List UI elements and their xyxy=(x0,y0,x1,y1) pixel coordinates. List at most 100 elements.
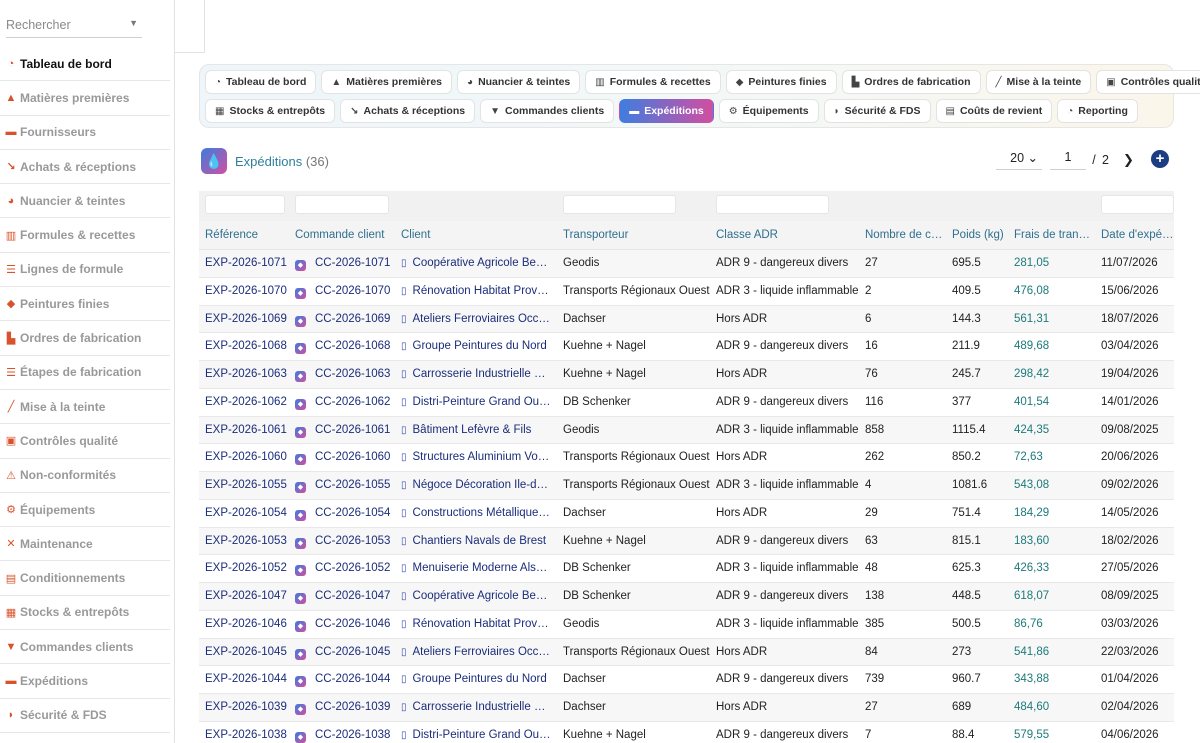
reference-cell[interactable]: EXP-2026-1045 xyxy=(205,646,291,658)
nav-tab[interactable]: ▬ Expéditions xyxy=(619,99,714,123)
reference-cell[interactable]: EXP-2026-1071 xyxy=(205,257,291,269)
column-filter-input[interactable] xyxy=(295,195,389,214)
client-link-cell[interactable]: ▯ Menuiserie Moderne Als… xyxy=(401,562,556,574)
sidebar-item[interactable]: ▲ Matières premières xyxy=(0,81,170,116)
table-row[interactable]: EXP-2026-1069 ◆ CC-2026-1069 ▯ Ateliers Ferr… xyxy=(199,305,1174,334)
client-link-cell[interactable]: ▯ Rénovation Habitat Prov… xyxy=(401,618,556,630)
reference-cell[interactable]: EXP-2026-1069 xyxy=(205,313,291,325)
column-header[interactable]: Référence xyxy=(205,229,291,241)
table-row[interactable]: EXP-2026-1044 ◆ CC-2026-1044 ▯ Groupe Peintu… xyxy=(199,666,1174,695)
client-link-cell[interactable]: ▯ Distri-Peinture Grand Ou… xyxy=(401,729,556,741)
reference-cell[interactable]: EXP-2026-1070 xyxy=(205,285,291,297)
column-header[interactable]: Transporteur xyxy=(563,229,713,241)
order-link-cell[interactable]: ◆ CC-2026-1054 xyxy=(295,507,395,521)
nav-tab[interactable]: ◆ Peintures finies xyxy=(725,70,837,94)
nav-tab[interactable]: ▤ Coûts de revient xyxy=(935,99,1053,123)
sidebar-item[interactable]: ☰ Étapes de fabrication xyxy=(0,356,170,390)
table-row[interactable]: EXP-2026-1052 ◆ CC-2026-1052 ▯ Menuiserie Mo… xyxy=(199,555,1174,584)
client-link-cell[interactable]: ▯ Coopérative Agricole Be… xyxy=(401,590,556,602)
table-row[interactable]: EXP-2026-1047 ◆ CC-2026-1047 ▯ Coopérative A… xyxy=(199,583,1174,611)
table-row[interactable]: EXP-2026-1055 ◆ CC-2026-1055 ▯ Négoce Décora… xyxy=(199,472,1174,500)
sidebar-item[interactable]: ◆ Peintures finies xyxy=(0,287,170,322)
reference-cell[interactable]: EXP-2026-1061 xyxy=(205,424,291,436)
nav-tab[interactable]: ↘ Achats & réceptions xyxy=(340,99,476,123)
reference-cell[interactable]: EXP-2026-1052 xyxy=(205,562,291,574)
search-input[interactable] xyxy=(6,14,126,36)
column-header[interactable]: Client xyxy=(401,229,556,241)
client-link-cell[interactable]: ▯ Bâtiment Lefèvre & Fils xyxy=(401,424,556,436)
reference-cell[interactable]: EXP-2026-1062 xyxy=(205,396,291,408)
reference-cell[interactable]: EXP-2026-1039 xyxy=(205,701,291,713)
reference-cell[interactable]: EXP-2026-1044 xyxy=(205,673,291,685)
client-link-cell[interactable]: ▯ Ateliers Ferroviaires Occ… xyxy=(401,646,556,658)
table-row[interactable]: EXP-2026-1045 ◆ CC-2026-1045 ▯ Ateliers Ferr… xyxy=(199,638,1174,667)
sidebar-item[interactable]: ▦ Stocks & entrepôts xyxy=(0,596,170,631)
table-row[interactable]: EXP-2026-1063 ◆ CC-2026-1063 ▯ Carrosserie I… xyxy=(199,361,1174,389)
column-header[interactable]: Poids (kg) xyxy=(952,229,1010,241)
order-link-cell[interactable]: ◆ CC-2026-1053 xyxy=(295,535,395,549)
table-row[interactable]: EXP-2026-1046 ◆ CC-2026-1046 ▯ Rénovation Ha… xyxy=(199,610,1174,639)
column-filter-input[interactable] xyxy=(563,195,676,214)
order-link-cell[interactable]: ◆ CC-2026-1046 xyxy=(295,618,395,632)
reference-cell[interactable]: EXP-2026-1068 xyxy=(205,340,291,352)
add-button[interactable]: + xyxy=(1151,150,1169,168)
reference-cell[interactable]: EXP-2026-1060 xyxy=(205,451,291,463)
client-link-cell[interactable]: ▯ Groupe Peintures du Nord xyxy=(401,340,556,352)
sidebar-item[interactable]: ▼ Commandes clients xyxy=(0,630,170,665)
reference-cell[interactable]: EXP-2026-1063 xyxy=(205,368,291,380)
sidebar-item[interactable] xyxy=(0,733,170,743)
page-size-select[interactable]: 20 ⌄ xyxy=(996,150,1042,170)
nav-tab[interactable]: ▥ Formules & recettes xyxy=(585,70,721,94)
order-link-cell[interactable]: ◆ CC-2026-1039 xyxy=(295,701,395,716)
table-row[interactable]: EXP-2026-1060 ◆ CC-2026-1060 ▯ Structures Al… xyxy=(199,444,1174,473)
client-link-cell[interactable]: ▯ Carrosserie Industrielle … xyxy=(401,368,556,380)
client-link-cell[interactable]: ▯ Ateliers Ferroviaires Occ… xyxy=(401,313,556,325)
column-header[interactable]: Date d'expé… xyxy=(1101,229,1174,241)
sidebar-item[interactable]: ▬ Fournisseurs xyxy=(0,116,170,150)
sidebar-item[interactable]: ▥ Formules & recettes xyxy=(0,218,170,253)
nav-tab[interactable]: ◔ Tableau de bord xyxy=(205,70,317,94)
nav-tab[interactable]: ▼ Commandes clients xyxy=(480,99,615,123)
nav-tab[interactable]: ▲ Matières premières xyxy=(321,70,453,94)
order-link-cell[interactable]: ◆ CC-2026-1060 xyxy=(295,451,395,466)
next-page-icon[interactable]: ❯ xyxy=(1123,152,1134,168)
client-link-cell[interactable]: ▯ Groupe Peintures du Nord xyxy=(401,673,556,685)
client-link-cell[interactable]: ▯ Coopérative Agricole Be… xyxy=(401,257,556,269)
table-row[interactable]: EXP-2026-1068 ◆ CC-2026-1068 ▯ Groupe Peintu… xyxy=(199,333,1174,362)
reference-cell[interactable]: EXP-2026-1047 xyxy=(205,590,291,602)
sidebar-item[interactable]: ▙ Ordres de fabrication xyxy=(0,321,170,356)
client-link-cell[interactable]: ▯ Négoce Décoration Île-d… xyxy=(401,479,556,491)
nav-tab[interactable]: ╱ Mise à la teinte xyxy=(985,70,1092,94)
client-link-cell[interactable]: ▯ Carrosserie Industrielle … xyxy=(401,701,556,713)
column-filter-input[interactable] xyxy=(1101,195,1174,214)
reference-cell[interactable]: EXP-2026-1053 xyxy=(205,535,291,547)
client-link-cell[interactable]: ▯ Rénovation Habitat Prov… xyxy=(401,285,556,297)
table-row[interactable]: EXP-2026-1054 ◆ CC-2026-1054 ▯ Constructions… xyxy=(199,499,1174,528)
order-link-cell[interactable]: ◆ CC-2026-1070 xyxy=(295,285,395,299)
client-link-cell[interactable]: ▯ Chantiers Navals de Brest xyxy=(401,535,556,547)
sidebar-item[interactable]: ╱ Mise à la teinte xyxy=(0,390,170,425)
client-link-cell[interactable]: ▯ Structures Aluminium Vo… xyxy=(401,451,556,463)
column-filter-input[interactable] xyxy=(716,195,829,214)
table-row[interactable]: EXP-2026-1038 ◆ CC-2026-1038 ▯ Distri-Peintu… xyxy=(199,722,1174,743)
nav-tab[interactable]: ◔ Reporting xyxy=(1057,99,1138,123)
order-link-cell[interactable]: ◆ CC-2026-1068 xyxy=(295,340,395,355)
nav-tab[interactable]: ▙ Ordres de fabrication xyxy=(841,70,981,94)
order-link-cell[interactable]: ◆ CC-2026-1071 xyxy=(295,257,395,271)
column-filter-input[interactable] xyxy=(205,195,285,214)
nav-tab[interactable]: ◕ Nuancier & teintes xyxy=(457,70,581,94)
reference-cell[interactable]: EXP-2026-1046 xyxy=(205,618,291,630)
sidebar-item[interactable]: ▬ Expéditions xyxy=(0,664,170,699)
sidebar-item[interactable]: ▣ Contrôles qualité xyxy=(0,424,170,459)
column-header[interactable]: Commande client xyxy=(295,229,395,241)
order-link-cell[interactable]: ◆ CC-2026-1061 xyxy=(295,424,395,438)
sidebar-item[interactable]: ⚙ Équipements xyxy=(0,493,170,528)
client-link-cell[interactable]: ▯ Distri-Peinture Grand Ou… xyxy=(401,396,556,408)
order-link-cell[interactable]: ◆ CC-2026-1044 xyxy=(295,673,395,688)
order-link-cell[interactable]: ◆ CC-2026-1045 xyxy=(295,646,395,660)
column-header[interactable]: Classe ADR xyxy=(716,229,861,241)
sidebar-item[interactable]: ⚠ Non-conformités xyxy=(0,459,170,493)
order-link-cell[interactable]: ◆ CC-2026-1052 xyxy=(295,562,395,577)
reference-cell[interactable]: EXP-2026-1055 xyxy=(205,479,291,491)
order-link-cell[interactable]: ◆ CC-2026-1063 xyxy=(295,368,395,383)
